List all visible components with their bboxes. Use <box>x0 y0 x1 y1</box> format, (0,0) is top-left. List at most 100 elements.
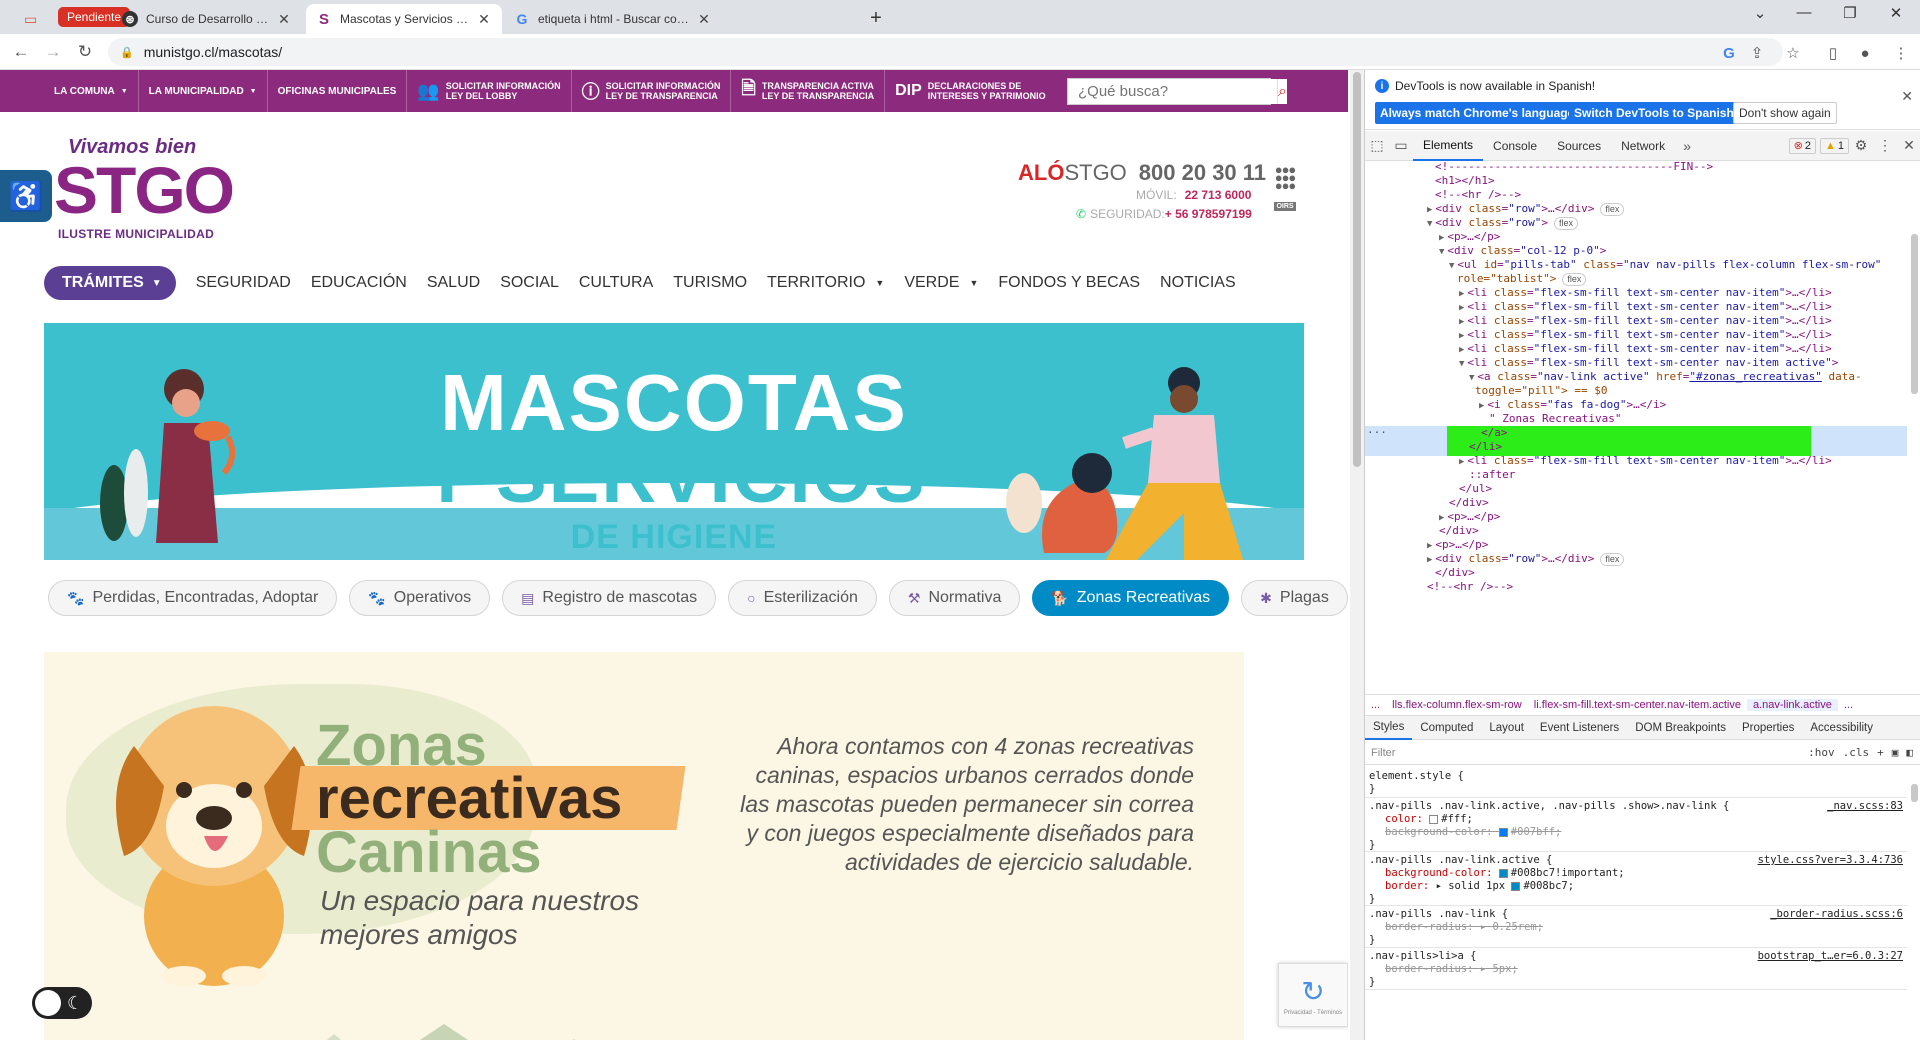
dom-scrollbar[interactable] <box>1907 162 1920 692</box>
switch-to-spanish-button[interactable]: Switch DevTools to Spanish <box>1569 102 1739 124</box>
tab-console[interactable]: Console <box>1483 131 1547 161</box>
breadcrumb-item[interactable]: ... <box>1838 699 1859 711</box>
dom-node[interactable]: ▼ <ul id="pills-tab" class="nav nav-pills… <box>1449 258 1881 272</box>
dom-li-active[interactable]: ▼ <li class="flex-sm-fill text-sm-center … <box>1459 356 1838 370</box>
tab-styles[interactable]: Styles <box>1365 716 1413 740</box>
pill-registro[interactable]: ▤ Registro de mascotas <box>502 580 717 616</box>
nav-educacion[interactable]: EDUCACIÓN <box>311 274 407 292</box>
topbar-oficinas[interactable]: OFICINAS MUNICIPALES <box>268 70 408 112</box>
tab-computed[interactable]: Computed <box>1412 716 1481 740</box>
nav-social[interactable]: SOCIAL <box>500 274 559 292</box>
new-tab-button[interactable]: + <box>864 6 888 30</box>
collapse-arrow-icon[interactable]: ▼ <box>1439 247 1444 257</box>
expand-arrow-icon[interactable]: ▶ <box>1427 541 1432 551</box>
rule-source-link[interactable]: _nav.scss:83 <box>1827 800 1903 813</box>
dom-node[interactable]: ▶ <p>…</p> <box>1439 230 1500 244</box>
tab-layout[interactable]: Layout <box>1481 716 1532 740</box>
inspect-element-icon[interactable]: ⬚ <box>1365 131 1389 161</box>
dom-a-selected[interactable]: ▼ <a class="nav-link active" href="#zonas… <box>1469 370 1862 384</box>
rule-selector[interactable]: .nav-pills .nav-link { <box>1369 908 1508 920</box>
dom-attr-value[interactable]: "#zonas_recreativas" <box>1689 370 1821 383</box>
pill-plagas[interactable]: ✱ Plagas <box>1241 580 1348 616</box>
dont-show-again-button[interactable]: Don't show again <box>1733 102 1837 124</box>
alo-stgo-phone[interactable]: ALÓSTGO 800 20 30 11 <box>1018 160 1266 186</box>
dom-node[interactable]: ▶ <div class="row">…</div> flex <box>1427 552 1625 566</box>
rule-source-link[interactable]: style.css?ver=3.3.4:736 <box>1758 854 1903 867</box>
oirs-button[interactable]: ●●● ●●● ●●● OIRS <box>1270 163 1300 224</box>
nav-fondos[interactable]: FONDOS Y BECAS <box>998 274 1140 292</box>
pill-esterilizacion[interactable]: ○ Esterilización <box>728 580 877 616</box>
expand-arrow-icon[interactable]: ▶ <box>1439 513 1444 523</box>
dom-i[interactable]: ▶ <i class="fas fa-dog">…</i> <box>1479 398 1666 412</box>
add-rule-icon[interactable]: + <box>1877 746 1884 759</box>
tab-google[interactable]: G etiqueta i html - Buscar con Goo ✕ <box>504 4 722 34</box>
back-icon[interactable]: ← <box>10 41 32 63</box>
nav-cultura[interactable]: CULTURA <box>579 274 653 292</box>
site-search-input[interactable] <box>1068 79 1277 104</box>
breadcrumb-item[interactable]: li.flex-sm-fill.text-sm-center.nav-item.… <box>1528 699 1747 711</box>
color-swatch[interactable] <box>1498 868 1508 878</box>
nav-noticias[interactable]: NOTICIAS <box>1160 274 1236 292</box>
tab-mascotas[interactable]: S Mascotas y Servicios de Higiene ✕ <box>306 4 502 34</box>
rule-declaration[interactable]: background-color: #008bc7!important; <box>1365 867 1907 880</box>
topbar-lobby[interactable]: 👥 SOLICITAR INFORMACIÓN LEY DEL LOBBY <box>407 70 572 112</box>
flex-badge[interactable]: flex <box>1600 203 1625 216</box>
pill-zonas-recreativas[interactable]: 🐕 Zonas Recreativas <box>1032 580 1230 616</box>
dom-scrollbar-thumb[interactable] <box>1911 234 1918 394</box>
tab-dom-breakpoints[interactable]: DOM Breakpoints <box>1627 716 1734 740</box>
expand-arrow-icon[interactable]: ▶ <box>1427 555 1432 565</box>
accessibility-icon[interactable]: ♿ <box>0 170 52 222</box>
dom-node[interactable]: <!--<hr />--> <box>1435 188 1521 202</box>
dom-li[interactable]: ▶ <li class="flex-sm-fill text-sm-center … <box>1459 286 1832 300</box>
topbar-transparencia[interactable]: ⓘ SOLICITAR INFORMACIÓN LEY DE TRANSPAREN… <box>572 70 732 112</box>
collapse-arrow-icon[interactable]: ▼ <box>1427 219 1432 229</box>
minimize-icon[interactable]: — <box>1784 4 1824 21</box>
styles-scrollbar-thumb[interactable] <box>1911 784 1918 802</box>
cls-toggle[interactable]: .cls <box>1843 746 1870 759</box>
nav-verde[interactable]: VERDE ▼ <box>904 274 978 292</box>
color-swatch[interactable] <box>1429 814 1439 824</box>
dom-ul-close[interactable]: </ul> <box>1459 482 1492 496</box>
close-devtools-icon[interactable]: ✕ <box>1897 131 1920 161</box>
error-count-badge[interactable]: ⊗ 2 <box>1788 137 1816 154</box>
flex-badge[interactable]: flex <box>1600 553 1625 566</box>
page-scrollbar-thumb[interactable] <box>1353 72 1361 467</box>
dom-node[interactable]: <!----------------------------------FIN-… <box>1435 162 1713 174</box>
tab-curso[interactable]: ⊛ Curso de Desarrollo Web | Platafo ✕ <box>112 4 302 34</box>
collapse-arrow-icon[interactable]: ▼ <box>1469 373 1474 383</box>
flex-badge[interactable]: flex <box>1554 217 1579 230</box>
close-tab-icon[interactable]: ✕ <box>476 11 492 28</box>
dom-a-selected-cont[interactable]: toggle="pill"> == $0 <box>1475 384 1607 398</box>
rule-selector[interactable]: .nav-pills .nav-link.active, .nav-pills … <box>1369 800 1729 812</box>
profile-icon[interactable]: ● <box>1854 42 1876 64</box>
breadcrumb-item[interactable]: lls.flex-column.flex-sm-row <box>1386 699 1528 711</box>
dom-li[interactable]: ▶ <li class="flex-sm-fill text-sm-center … <box>1459 328 1832 342</box>
dom-node[interactable]: <h1></h1> <box>1435 174 1495 188</box>
nav-salud[interactable]: SALUD <box>427 274 480 292</box>
close-tab-icon[interactable]: ✕ <box>276 11 292 28</box>
rule-declaration[interactable]: color: #fff; <box>1365 813 1907 826</box>
color-swatch[interactable] <box>1511 881 1521 891</box>
bookmark-star-icon[interactable]: ☆ <box>1782 42 1804 64</box>
reload-icon[interactable]: ↻ <box>74 41 96 63</box>
settings-gear-icon[interactable]: ⚙ <box>1849 131 1873 161</box>
dom-div-close[interactable]: </div> <box>1449 496 1489 510</box>
sidebar-toggle-icon[interactable]: ◧ <box>1906 746 1913 759</box>
expand-arrow-icon[interactable]: ▶ <box>1427 205 1432 215</box>
dom-pseudo-after[interactable]: ::after <box>1469 468 1515 482</box>
close-banner-icon[interactable]: ✕ <box>1901 88 1913 105</box>
rule-declaration-overridden[interactable]: border-radius: ▸ 0.25rem; <box>1365 921 1907 934</box>
device-toolbar-icon[interactable]: ▭ <box>1389 131 1413 161</box>
expand-arrow-icon[interactable]: ▶ <box>1459 289 1464 299</box>
flex-badge[interactable]: flex <box>1562 273 1587 286</box>
close-window-icon[interactable]: ✕ <box>1876 4 1916 22</box>
collapse-arrow-icon[interactable]: ▼ <box>1459 359 1464 369</box>
rule-declaration-overridden[interactable]: border-radius: ▸ 5px; <box>1365 963 1907 976</box>
tab-event-listeners[interactable]: Event Listeners <box>1532 716 1627 740</box>
expand-arrow-icon[interactable]: ▶ <box>1459 331 1464 341</box>
dom-node[interactable]: role="tablist"> flex <box>1457 272 1587 286</box>
close-tab-icon[interactable]: ✕ <box>696 11 712 28</box>
dom-li[interactable]: ▶ <li class="flex-sm-fill text-sm-center … <box>1459 342 1832 356</box>
dark-mode-toggle[interactable]: ☾ <box>32 987 92 1019</box>
expand-arrow-icon[interactable]: ▶ <box>1459 457 1464 467</box>
